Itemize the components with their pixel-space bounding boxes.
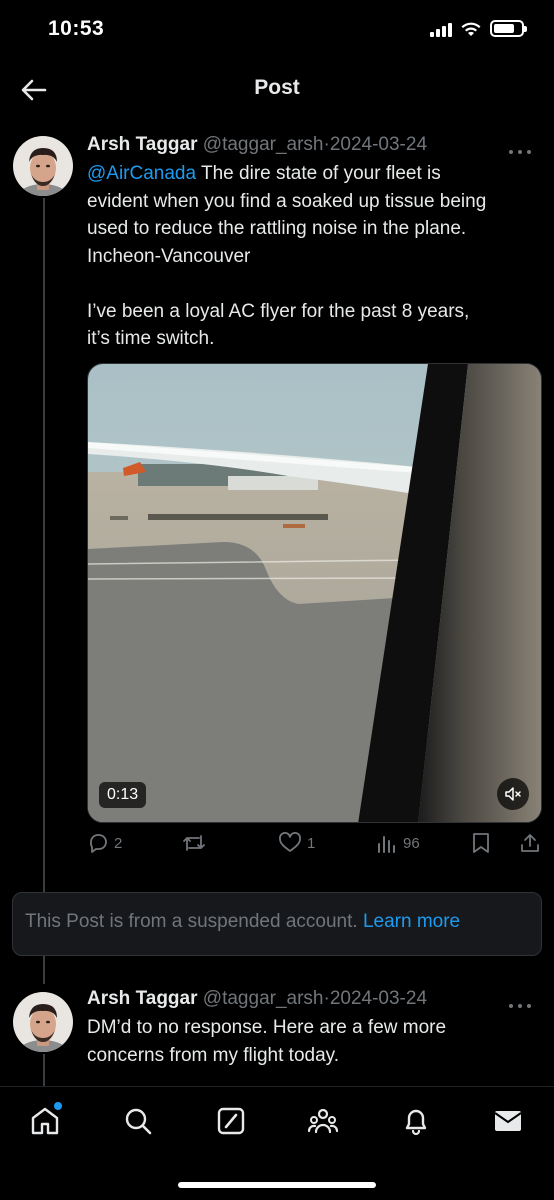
battery-icon [490,20,527,37]
more-options-button[interactable] [508,996,532,1008]
author-name[interactable]: Arsh Taggar [87,134,198,155]
unread-indicator [54,1102,62,1110]
bookmark-icon [473,833,489,853]
video-player[interactable]: 0:13 [87,363,542,823]
mute-button[interactable] [497,778,529,810]
tweet-text-line: The dire state of your fleet is [196,163,441,184]
avatar[interactable] [13,136,73,196]
like-count: 1 [307,834,316,852]
author-handle[interactable]: @taggar_arsh [203,988,324,1009]
tweet-header: Arsh Taggar @taggar_arsh·2024-03-24 [87,134,427,156]
share-button[interactable] [519,832,541,854]
heart-icon [279,832,301,852]
bell-icon [405,1109,427,1136]
tab-search[interactable] [122,1105,154,1137]
tab-communities[interactable] [307,1105,339,1137]
notice-text: This Post is from a suspended account. [25,911,358,932]
video-thumbnail [88,364,541,822]
status-bar: 10:53 [0,0,554,60]
post-header: Post [0,60,554,118]
like-button[interactable]: 1 [278,832,315,854]
search-icon [125,1108,152,1135]
tweet-text-line: I’ve been a loyal AC flyer for the past … [87,300,470,322]
tweet-text: @AirCanada The dire state of your fleet … [87,160,542,353]
analytics-icon [378,836,395,853]
tab-notifications[interactable] [400,1105,432,1137]
communities-icon [307,1108,339,1134]
post-date: 2024-03-24 [329,988,428,1009]
bookmark-button[interactable] [471,832,491,854]
thread-line [43,198,45,892]
grok-icon [217,1107,245,1135]
tab-grok[interactable] [215,1105,247,1137]
tweet-header: Arsh Taggar @taggar_arsh·2024-03-24 [87,988,427,1010]
tweet-text-line: Incheon-Vancouver [87,245,251,267]
learn-more-link[interactable]: Learn more [363,911,460,932]
tab-messages[interactable] [492,1105,524,1137]
tweet-text-line: evident when you find a soaked up tissue… [87,190,487,212]
view-count: 96 [403,834,420,852]
suspended-account-notice: This Post is from a suspended account. L… [12,892,542,956]
tweet-text-line: it’s time switch. [87,328,215,349]
author-handle[interactable]: @taggar_arsh [203,134,324,155]
tweet-text: DM’d to no response. Here are a few more… [87,1014,542,1069]
home-indicator [178,1182,376,1188]
tab-home[interactable] [29,1102,62,1137]
mention-link[interactable]: @AirCanada [87,163,196,184]
reply-count: 2 [114,834,123,852]
video-duration: 0:13 [99,782,147,808]
repost-button[interactable] [182,832,206,854]
tweet-actions: 2 1 96 [87,832,542,862]
author-name[interactable]: Arsh Taggar [87,988,198,1009]
post-date: 2024-03-24 [329,134,428,155]
thread-line [43,956,45,984]
tweet-text-line: concerns from my flight today. [87,1044,340,1066]
status-icons [430,20,527,37]
share-icon [521,834,539,852]
page-title: Post [254,76,300,99]
envelope-icon [494,1111,522,1131]
avatar[interactable] [13,992,73,1052]
more-dots-icon [509,1004,531,1008]
signal-icon [430,21,452,37]
reply-icon [89,834,107,853]
views-button[interactable]: 96 [376,832,420,854]
reply-button[interactable]: 2 [87,832,122,854]
tweet-text-line: used to reduce the rattling noise in the… [87,218,467,239]
more-dots-icon [509,150,531,154]
tweet-text-line: DM’d to no response. Here are a few more [87,1017,447,1038]
speaker-muted-icon [505,787,521,801]
repost-icon [183,835,205,851]
status-time: 10:53 [48,17,105,40]
thread-line [43,1054,45,1086]
more-options-button[interactable] [508,142,532,154]
wifi-icon [461,22,481,36]
